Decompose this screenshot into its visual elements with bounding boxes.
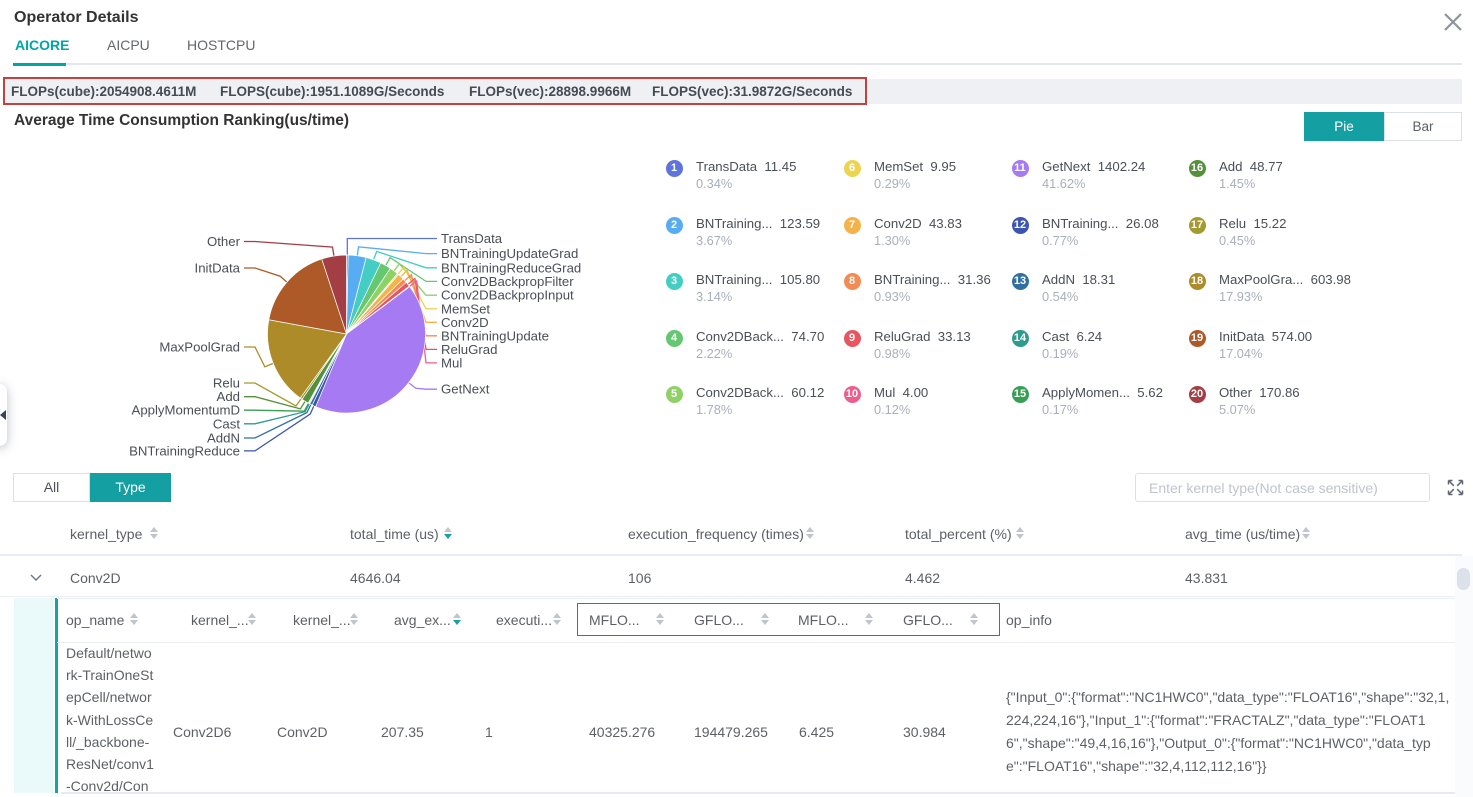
svg-text:BNTrainingReduce: BNTrainingReduce (129, 443, 240, 458)
svg-text:GetNext: GetNext (441, 382, 490, 397)
svg-text:TransData: TransData (441, 231, 503, 246)
svg-text:Mul: Mul (441, 355, 462, 370)
svg-text:InitData: InitData (195, 261, 241, 276)
svg-text:Other: Other (207, 234, 241, 249)
svg-text:Cast: Cast (213, 416, 240, 431)
svg-text:MaxPoolGrad: MaxPoolGrad (159, 340, 240, 355)
svg-text:Conv2DBackpropFilter: Conv2DBackpropFilter (441, 274, 574, 289)
svg-text:BNTrainingUpdateGrad: BNTrainingUpdateGrad (441, 246, 578, 261)
